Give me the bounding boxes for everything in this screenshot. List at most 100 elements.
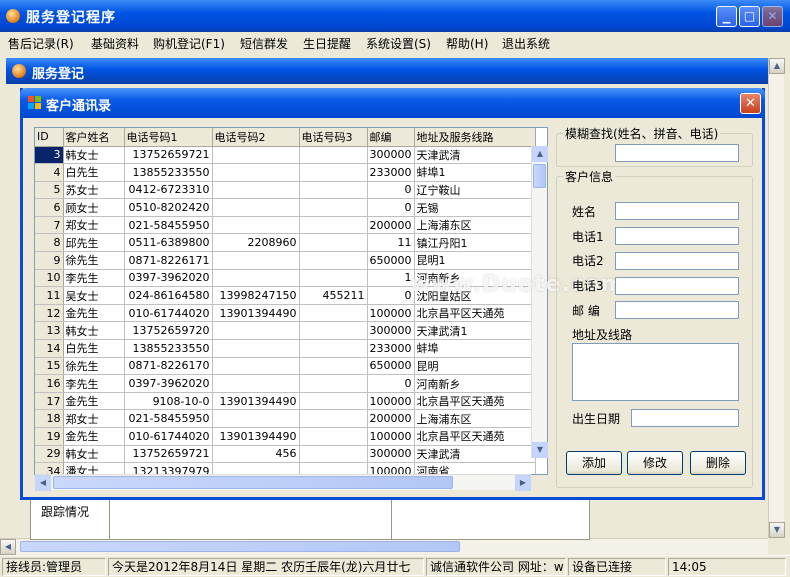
table-cell[interactable]: 024-86164580 (124, 286, 213, 305)
table-cell[interactable]: 北京昌平区天通苑 (414, 304, 536, 323)
menu-sms[interactable]: 短信群发 (240, 35, 288, 52)
row-id-cell[interactable]: 12 (35, 304, 64, 323)
row-id-cell[interactable]: 3 (35, 146, 64, 165)
table-cell[interactable] (299, 181, 368, 200)
search-input[interactable] (615, 144, 739, 162)
row-id-cell[interactable]: 13 (35, 321, 64, 341)
table-cell[interactable] (212, 357, 300, 376)
table-cell[interactable]: 010-61744020 (124, 427, 213, 446)
table-cell[interactable]: 233000 (367, 163, 415, 182)
table-cell[interactable]: 0511-6389800 (124, 233, 213, 253)
birthday-field[interactable] (631, 409, 739, 427)
table-cell[interactable]: 300000 (367, 146, 415, 165)
table-cell[interactable]: 郑女士 (63, 216, 125, 235)
table-cell[interactable]: 13752659720 (124, 321, 213, 341)
table-cell[interactable]: 上海浦东区 (414, 216, 536, 235)
table-cell[interactable]: 天津武清 (414, 146, 536, 165)
table-cell[interactable]: 0 (367, 374, 415, 393)
table-row[interactable]: 18 郑女士 021-58455950 200000 上海浦东区 (35, 409, 536, 428)
table-cell[interactable]: 13901394490 (212, 427, 300, 446)
row-id-cell[interactable]: 29 (35, 445, 64, 464)
table-cell[interactable] (299, 445, 368, 464)
table-cell[interactable]: 白先生 (63, 339, 125, 358)
table-cell[interactable] (299, 409, 368, 428)
row-id-cell[interactable]: 16 (35, 374, 64, 393)
table-cell[interactable]: 100000 (367, 304, 415, 323)
table-cell[interactable]: 韩女士 (63, 445, 125, 464)
table-cell[interactable] (299, 392, 368, 411)
table-cell[interactable]: 13998247150 (212, 286, 300, 305)
grid-scroll-left-arrow-icon[interactable]: ◀ (35, 475, 51, 491)
grid-horizontal-scroll-thumb[interactable] (53, 476, 453, 489)
table-cell[interactable] (212, 216, 300, 235)
table-cell[interactable]: 天津武清 (414, 445, 536, 464)
table-cell[interactable]: 天津武清1 (414, 321, 536, 341)
table-cell[interactable] (299, 357, 368, 376)
table-row[interactable]: 9 徐先生 0871-8226171 650000 昆明1 (35, 251, 536, 270)
tracking-textarea[interactable] (109, 496, 359, 540)
table-cell[interactable]: 455211 (299, 286, 368, 305)
table-cell[interactable]: 200000 (367, 409, 415, 428)
table-cell[interactable]: 0 (367, 181, 415, 200)
menu-basic-data[interactable]: 基础资料 (91, 35, 139, 52)
table-cell[interactable]: 李先生 (63, 269, 125, 288)
phone2-field[interactable] (615, 252, 739, 270)
table-cell[interactable] (212, 321, 300, 341)
table-cell[interactable]: 13901394490 (212, 392, 300, 411)
table-row[interactable]: 29 韩女士 13752659721 456 300000 天津武清 (35, 445, 536, 464)
table-cell[interactable]: 650000 (367, 357, 415, 376)
table-cell[interactable]: 昆明 (414, 357, 536, 376)
phone1-field[interactable] (615, 227, 739, 245)
close-button[interactable]: ✕ (762, 6, 783, 27)
table-cell[interactable]: 金先生 (63, 304, 125, 323)
table-cell[interactable]: 郑女士 (63, 409, 125, 428)
scroll-down-arrow-icon[interactable]: ▼ (769, 522, 785, 538)
row-id-cell[interactable]: 6 (35, 198, 64, 217)
column-header[interactable]: ID (35, 128, 64, 147)
table-cell[interactable]: 金先生 (63, 427, 125, 446)
table-cell[interactable]: 白先生 (63, 163, 125, 182)
row-id-cell[interactable]: 17 (35, 392, 64, 411)
table-cell[interactable]: 456 (212, 445, 300, 464)
table-cell[interactable] (299, 233, 368, 253)
table-row[interactable]: 5 苏女士 0412-6723310 0 辽宁鞍山 (35, 181, 536, 200)
main-vertical-scrollbar[interactable]: ▲ ▼ (768, 58, 785, 538)
column-header[interactable]: 电话号码1 (124, 128, 213, 147)
table-cell[interactable] (212, 251, 300, 270)
column-header[interactable]: 电话号码3 (299, 128, 368, 147)
table-cell[interactable] (299, 216, 368, 235)
menu-help[interactable]: 帮助(H) (446, 35, 488, 52)
table-cell[interactable] (212, 339, 300, 358)
table-cell[interactable]: 13752659721 (124, 146, 213, 165)
table-cell[interactable]: 北京昌平区天通苑 (414, 392, 536, 411)
table-row[interactable]: 7 郑女士 021-58455950 200000 上海浦东区 (35, 216, 536, 235)
table-cell[interactable]: 0510-8202420 (124, 198, 213, 217)
table-cell[interactable] (212, 269, 300, 288)
menu-settings[interactable]: 系统设置(S) (366, 35, 431, 52)
table-row[interactable]: 3 韩女士 13752659721 300000 天津武清 (35, 146, 536, 165)
row-id-cell[interactable]: 10 (35, 269, 64, 288)
table-cell[interactable] (299, 339, 368, 358)
table-cell[interactable]: 蚌埠 (414, 339, 536, 358)
table-cell[interactable]: 0397-3962020 (124, 374, 213, 393)
row-id-cell[interactable]: 5 (35, 181, 64, 200)
table-cell[interactable]: 0 (367, 198, 415, 217)
dialog-close-button[interactable]: ✕ (740, 93, 761, 114)
zip-field[interactable] (615, 301, 739, 319)
customer-grid[interactable]: ID 客户姓名 电话号码1 电话号码2 电话号码3 邮编 地址及服务线路 3 韩女士 13752… (34, 127, 548, 475)
table-row[interactable]: 8 邱先生 0511-6389800 2208960 11 镇江丹阳1 (35, 233, 536, 253)
table-row[interactable]: 15 徐先生 0871-8226170 650000 昆明 (35, 357, 536, 376)
row-id-cell[interactable]: 4 (35, 163, 64, 182)
table-cell[interactable] (299, 251, 368, 270)
table-cell[interactable]: 河南新乡 (414, 269, 536, 288)
table-cell[interactable] (299, 374, 368, 393)
row-id-cell[interactable]: 18 (35, 409, 64, 428)
table-cell[interactable] (299, 304, 368, 323)
table-cell[interactable]: 0412-6723310 (124, 181, 213, 200)
table-cell[interactable]: 13855233550 (124, 339, 213, 358)
table-cell[interactable]: 200000 (367, 216, 415, 235)
column-header[interactable]: 地址及服务线路 (414, 128, 536, 147)
grid-scroll-down-arrow-icon[interactable]: ▼ (532, 442, 548, 458)
address-field[interactable] (572, 343, 739, 401)
table-cell[interactable]: 金先生 (63, 392, 125, 411)
